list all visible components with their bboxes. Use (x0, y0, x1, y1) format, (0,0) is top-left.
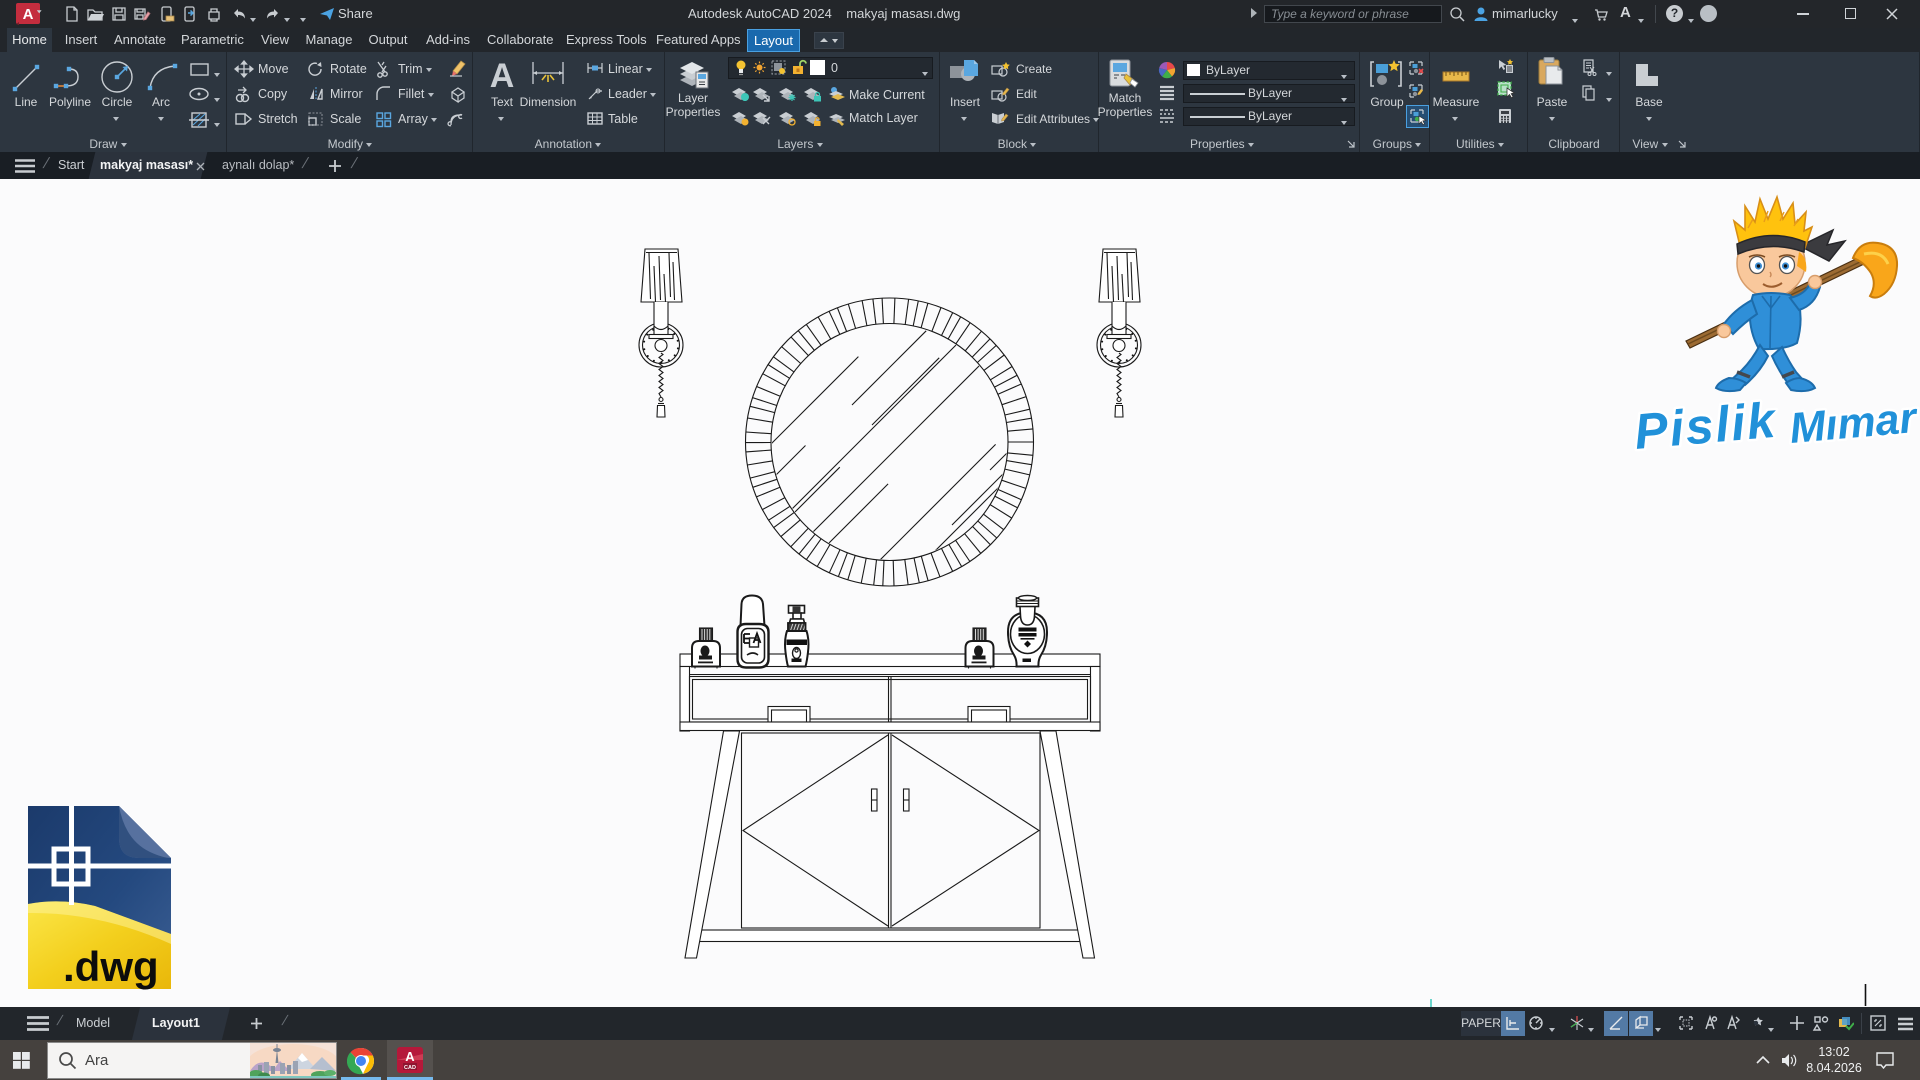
svg-text:Mımar: Mımar (1788, 394, 1920, 453)
svg-text:Pislik: Pislik (1632, 392, 1779, 460)
svg-text:A: A (405, 1049, 415, 1064)
svg-text:CAD: CAD (404, 1065, 416, 1071)
svg-text:A: A (23, 6, 34, 23)
svg-text:.dwg: .dwg (63, 943, 159, 990)
